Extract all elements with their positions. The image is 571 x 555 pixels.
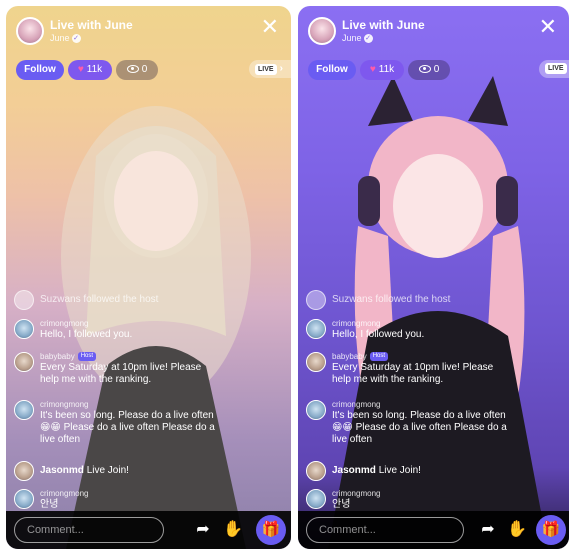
avatar[interactable] xyxy=(306,400,326,420)
hand-wave-icon[interactable]: ✋ xyxy=(507,520,527,540)
avatar[interactable] xyxy=(306,489,326,509)
host-avatar[interactable] xyxy=(308,17,336,45)
viewers-count-pill[interactable]: 0 xyxy=(116,60,158,80)
follow-button[interactable]: Follow xyxy=(16,60,64,80)
user-icon xyxy=(14,290,34,310)
live-title: Live with June xyxy=(342,18,425,32)
share-arrow-icon[interactable]: ➦ xyxy=(193,520,213,540)
hearts-count-pill[interactable]: ♥ 11k xyxy=(68,60,112,80)
avatar[interactable] xyxy=(14,489,34,509)
live-badge[interactable]: LIVE xyxy=(539,60,569,78)
heart-icon: ♥ xyxy=(369,64,376,75)
hearts-count-pill[interactable]: ♥ 11k xyxy=(360,60,404,80)
user-icon xyxy=(306,290,326,310)
avatar[interactable] xyxy=(306,319,326,339)
host-tag: Host xyxy=(77,352,97,362)
close-icon[interactable]: ✕ xyxy=(539,16,557,38)
avatar[interactable] xyxy=(14,461,34,481)
bottom-bar: Comment... ➦ ✋ 🎁 xyxy=(298,511,569,549)
host-avatar[interactable] xyxy=(16,17,44,45)
live-screen-left: Live with June June ✓ ✕ Follow ♥ 11k 0 LIV… xyxy=(6,6,291,549)
avatar[interactable] xyxy=(14,319,34,339)
eye-icon xyxy=(418,65,431,74)
comment-input[interactable]: Comment... xyxy=(14,517,164,543)
username[interactable]: babybaby Host xyxy=(332,352,389,362)
avatar[interactable] xyxy=(306,461,326,481)
follow-button[interactable]: Follow xyxy=(308,60,356,80)
host-name: June ✓ xyxy=(50,33,81,44)
username[interactable]: babybaby Host xyxy=(40,352,97,362)
viewers-count-pill[interactable]: 0 xyxy=(408,60,450,80)
host-tag: Host xyxy=(369,352,389,362)
bottom-bar: Comment... ➦ ✋ 🎁 xyxy=(6,511,291,549)
close-icon[interactable]: ✕ xyxy=(261,16,279,38)
eye-icon xyxy=(126,65,139,74)
avatar[interactable] xyxy=(14,400,34,420)
verified-check-icon: ✓ xyxy=(71,34,81,44)
live-badge[interactable]: LIVE › xyxy=(249,60,291,78)
share-arrow-icon[interactable]: ➦ xyxy=(478,520,498,540)
avatar[interactable] xyxy=(14,352,34,372)
comment-input[interactable]: Comment... xyxy=(306,517,464,543)
gift-icon[interactable]: 🎁 xyxy=(536,515,566,545)
avatar[interactable] xyxy=(306,352,326,372)
live-screen-right: Live with June June ✓ ✕ Follow ♥ 11k 0 LIV… xyxy=(298,6,569,549)
gift-icon[interactable]: 🎁 xyxy=(256,515,286,545)
live-title: Live with June xyxy=(50,18,133,32)
heart-icon: ♥ xyxy=(77,64,84,75)
verified-check-icon: ✓ xyxy=(363,34,373,44)
hand-wave-icon[interactable]: ✋ xyxy=(223,520,243,540)
host-name: June ✓ xyxy=(342,33,373,44)
chevron-right-icon: › xyxy=(279,63,283,74)
